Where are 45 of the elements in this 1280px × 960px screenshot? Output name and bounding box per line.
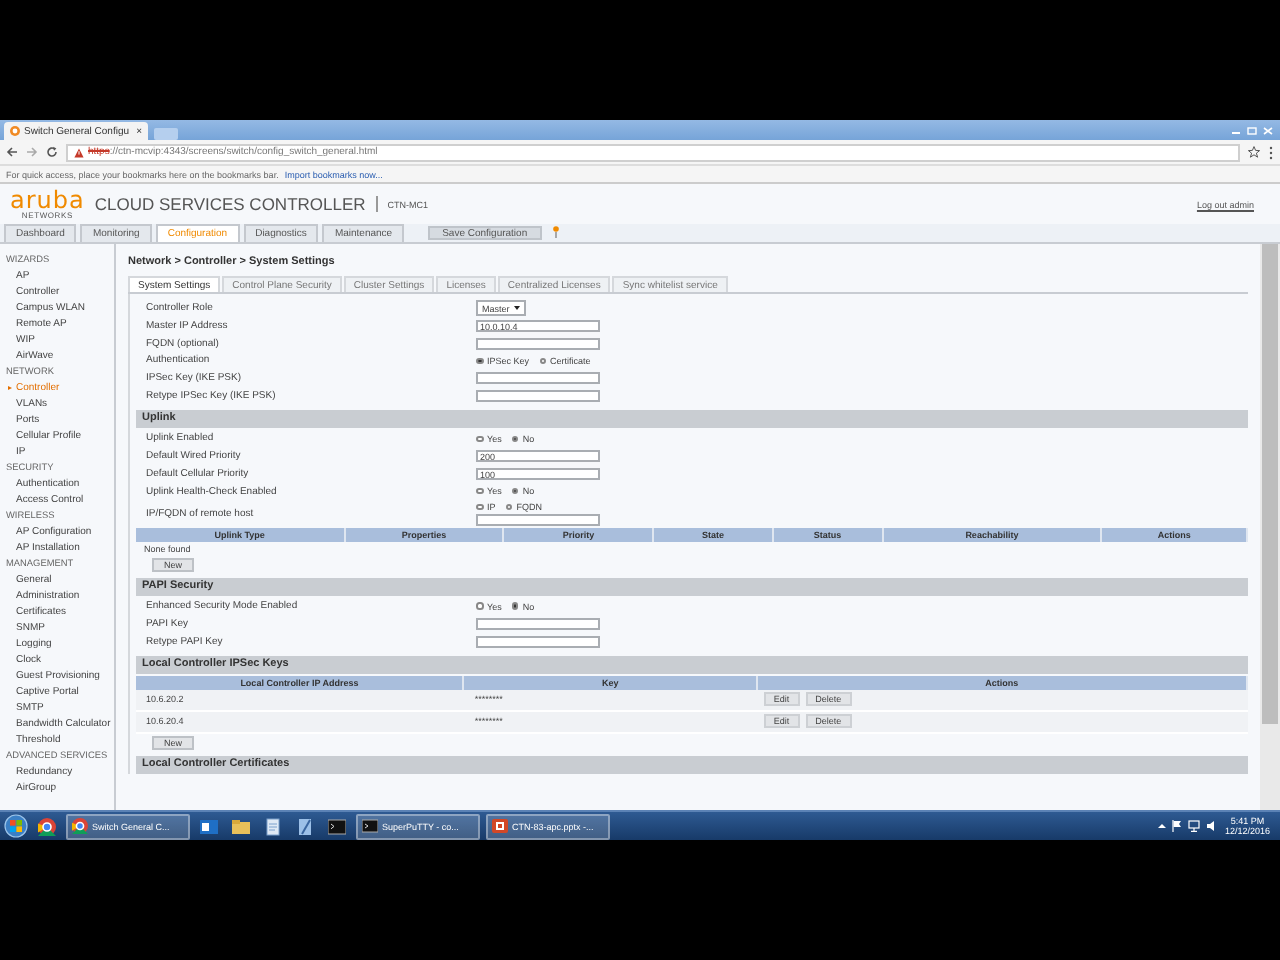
- notepad-icon[interactable]: [296, 817, 314, 835]
- reload-icon[interactable]: [46, 146, 58, 158]
- input-field[interactable]: [476, 635, 600, 648]
- aruba-tab-icon: [10, 126, 20, 136]
- brand-logo: aruba: [10, 188, 85, 212]
- caret-icon: [513, 306, 520, 311]
- chrome-icon: [38, 817, 56, 835]
- terminal-icon[interactable]: [328, 817, 346, 835]
- radio-button[interactable]: [505, 503, 513, 511]
- radio-button[interactable]: [511, 435, 519, 443]
- input-field[interactable]: [476, 372, 600, 385]
- close-icon[interactable]: [1262, 126, 1274, 136]
- folder-icon[interactable]: [232, 817, 250, 835]
- back-arrow-icon[interactable]: [6, 146, 18, 158]
- radio-button[interactable]: [476, 487, 483, 495]
- chrome-icon: [72, 818, 88, 834]
- warning-icon: [74, 147, 84, 157]
- radio-button[interactable]: [476, 503, 483, 511]
- document-icon[interactable]: [264, 817, 282, 835]
- radio-button[interactable]: [539, 357, 547, 365]
- product-title: CLOUD SERVICES CONTROLLER: [94, 194, 366, 214]
- forward-arrow-icon[interactable]: [26, 146, 38, 158]
- radio-button[interactable]: [476, 602, 483, 610]
- scrollbar[interactable]: [1260, 244, 1280, 810]
- input-field[interactable]: [476, 617, 600, 630]
- network-icon[interactable]: [1188, 820, 1201, 832]
- start-orb-icon[interactable]: [4, 814, 28, 838]
- slides-icon: [492, 818, 508, 834]
- tray-arrow-icon[interactable]: [1158, 822, 1167, 830]
- maximize-icon[interactable]: [1246, 126, 1258, 136]
- star-icon[interactable]: [1248, 146, 1260, 158]
- input-field[interactable]: [476, 389, 600, 402]
- input-field[interactable]: [476, 513, 600, 526]
- minimize-icon[interactable]: [1230, 126, 1242, 136]
- menu-icon[interactable]: [1268, 145, 1274, 159]
- radio-button[interactable]: [511, 602, 519, 610]
- flag-icon[interactable]: [1172, 820, 1183, 832]
- mail-app-icon[interactable]: [200, 817, 218, 835]
- terminal-icon: [362, 818, 378, 834]
- radio-button[interactable]: [476, 357, 483, 365]
- input-field[interactable]: [476, 337, 600, 350]
- radio-button[interactable]: [511, 487, 519, 495]
- pin-icon[interactable]: [551, 226, 560, 238]
- speaker-icon[interactable]: [1206, 820, 1219, 832]
- radio-button[interactable]: [476, 435, 483, 443]
